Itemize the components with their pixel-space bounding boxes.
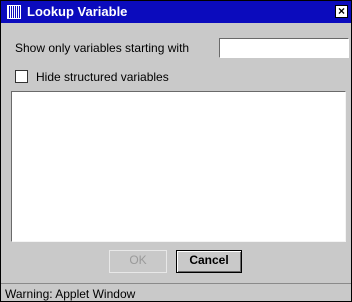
- hide-structured-label: Hide structured variables: [36, 70, 169, 84]
- cancel-button[interactable]: Cancel: [176, 250, 242, 273]
- title-bar[interactable]: Lookup Variable ×: [1, 1, 351, 23]
- window-title: Lookup Variable: [27, 4, 128, 19]
- applet-window-icon: [7, 5, 21, 19]
- filter-label: Show only variables starting with: [15, 41, 190, 55]
- hide-structured-checkbox[interactable]: [15, 70, 28, 83]
- status-bar: Warning: Applet Window: [1, 283, 351, 301]
- status-warning: Warning: Applet Window: [5, 287, 136, 301]
- filter-input[interactable]: [219, 38, 349, 58]
- close-icon[interactable]: ×: [335, 5, 348, 18]
- ok-button[interactable]: OK: [109, 250, 167, 273]
- lookup-variable-dialog: Lookup Variable × Show only variables st…: [0, 0, 352, 302]
- variable-list[interactable]: [11, 91, 346, 242]
